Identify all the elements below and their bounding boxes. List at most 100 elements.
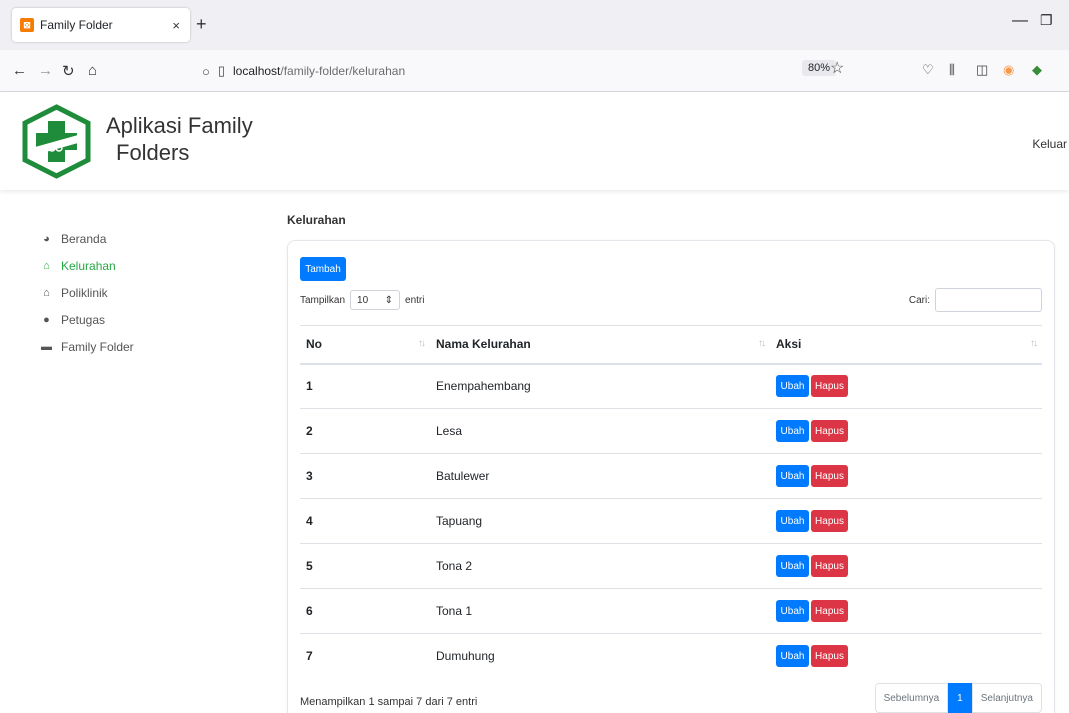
next-page-button[interactable]: Selanjutnya (971, 683, 1042, 713)
tab-close-icon[interactable]: × (172, 18, 180, 33)
app-brand: Aplikasi Family Folders (106, 112, 253, 166)
delete-button[interactable]: Hapus (811, 645, 848, 668)
delete-button[interactable]: Hapus (811, 420, 848, 442)
sidebar-item-family-folder[interactable]: ▬ Family Folder (40, 338, 240, 356)
new-tab-button[interactable]: + (196, 14, 207, 35)
url-text: localhost/family-folder/kelurahan (233, 64, 405, 78)
logout-link[interactable]: Keluar (1032, 137, 1067, 151)
sidebar-item-petugas[interactable]: ● Petugas (40, 311, 240, 329)
pagination: Sebelumnya 1 Selanjutnya (874, 683, 1042, 713)
page-length-value: 10 (357, 294, 369, 306)
column-header-nama[interactable]: Nama Kelurahan ↑↓ (430, 325, 770, 365)
dashboard-icon: ◕ (43, 233, 50, 245)
column-header-no[interactable]: No ↑↓ (300, 325, 430, 365)
edit-button[interactable]: Ubah (776, 420, 809, 442)
browser-tabbar: ⊠ Family Folder × + — ❐ (0, 0, 1069, 50)
shield-icon: ○ (202, 63, 210, 79)
cell-name: Dumuhung (430, 633, 770, 679)
cell-actions: Ubah Hapus (770, 498, 1042, 544)
sidebar-toggle-icon[interactable]: ◫ (976, 62, 988, 78)
page-title: Kelurahan (287, 213, 346, 227)
cell-no: 5 (300, 543, 430, 589)
brand-line-2: Folders (116, 140, 190, 165)
extension-icon[interactable]: ◉ (1003, 62, 1014, 78)
table-row: 7 Dumuhung Ubah Hapus (300, 633, 1042, 679)
url-path: /family-folder/kelurahan (280, 64, 406, 78)
page-1-button[interactable]: 1 (948, 683, 972, 713)
sort-icon: ↑↓ (418, 338, 426, 349)
cell-actions: Ubah Hapus (770, 633, 1042, 679)
column-header-label: No (306, 337, 322, 352)
edit-button[interactable]: Ubah (776, 555, 809, 577)
search-control: Cari: (909, 288, 1042, 312)
table-row: 3 Batulewer Ubah Hapus (300, 453, 1042, 499)
url-bar[interactable]: ○ ▯ localhost/family-folder/kelurahan (190, 56, 840, 86)
sidebar-item-label: Poliklinik (61, 286, 108, 300)
pocket-icon[interactable]: ♡ (922, 62, 934, 78)
delete-button[interactable]: Hapus (811, 555, 848, 577)
sort-icon: ↑↓ (758, 338, 766, 349)
table-header-row: No ↑↓ Nama Kelurahan ↑↓ Aksi ↑↓ (300, 325, 1042, 365)
app-header: Aplikasi Family Folders Keluar (0, 93, 1069, 190)
url-host: localhost (233, 64, 281, 78)
browser-navbar: ← → ↻ ⌂ ○ ▯ localhost/family-folder/kelu… (0, 50, 1069, 92)
home-icon[interactable]: ⌂ (88, 62, 97, 79)
length-suffix: entri (405, 294, 425, 306)
cell-no: 7 (300, 633, 430, 679)
back-icon[interactable]: ← (12, 62, 27, 79)
cell-name: Enempahembang (430, 363, 770, 409)
user-icon: ● (43, 314, 50, 326)
page-icon: ▯ (217, 63, 226, 78)
kelurahan-table: No ↑↓ Nama Kelurahan ↑↓ Aksi ↑↓ 1 Enempah… (300, 325, 1042, 679)
chevron-updown-icon: ⇕ (384, 294, 394, 306)
sidebar-item-beranda[interactable]: ◕ Beranda (40, 230, 240, 248)
content-card: Tambah Tampilkan 10 ⇕ entri Cari: No ↑↓ … (287, 240, 1055, 713)
cell-actions: Ubah Hapus (770, 363, 1042, 409)
add-button[interactable]: Tambah (300, 257, 346, 281)
cell-no: 3 (300, 453, 430, 499)
edit-button[interactable]: Ubah (776, 375, 809, 398)
sidebar-item-poliklinik[interactable]: ⌂ Poliklinik (40, 284, 240, 302)
column-header-label: Nama Kelurahan (436, 337, 531, 352)
edit-button[interactable]: Ubah (776, 645, 809, 668)
restore-icon[interactable]: ❐ (1040, 12, 1053, 29)
brand-line-1: Aplikasi Family (106, 113, 253, 138)
search-label: Cari: (908, 294, 930, 306)
delete-button[interactable]: Hapus (811, 375, 848, 398)
xampp-favicon-icon: ⊠ (20, 18, 34, 32)
library-icon[interactable]: ⫼ (949, 62, 955, 78)
delete-button[interactable]: Hapus (811, 510, 848, 532)
table-row: 6 Tona 1 Ubah Hapus (300, 588, 1042, 634)
edit-button[interactable]: Ubah (776, 600, 809, 622)
sidebar-item-label: Petugas (61, 313, 106, 327)
forward-icon[interactable]: → (38, 62, 53, 79)
edit-button[interactable]: Ubah (776, 465, 809, 487)
table-info: Menampilkan 1 sampai 7 dari 7 entri (300, 696, 478, 708)
minimize-icon[interactable]: — (1012, 12, 1028, 30)
cell-no: 6 (300, 588, 430, 634)
edit-button[interactable]: Ubah (776, 510, 809, 532)
extension-2-icon[interactable]: ◆ (1032, 62, 1042, 78)
home-icon: ⌂ (43, 260, 50, 272)
delete-button[interactable]: Hapus (811, 600, 848, 622)
browser-tab[interactable]: ⊠ Family Folder × (12, 8, 190, 42)
length-prefix: Tampilkan (300, 294, 346, 306)
table-row: 2 Lesa Ubah Hapus (300, 408, 1042, 454)
tab-title: Family Folder (40, 18, 113, 32)
page-length-select[interactable]: 10 ⇕ (350, 290, 401, 310)
sidebar-item-label: Family Folder (61, 340, 134, 354)
cell-name: Lesa (430, 408, 770, 454)
reload-icon[interactable]: ↻ (62, 62, 75, 80)
cell-no: 2 (300, 408, 430, 454)
puskesmas-logo-icon (22, 104, 91, 179)
delete-button[interactable]: Hapus (811, 465, 848, 487)
cell-name: Batulewer (430, 453, 770, 499)
prev-page-button[interactable]: Sebelumnya (874, 683, 949, 713)
search-input[interactable] (935, 288, 1042, 312)
sidebar-item-kelurahan[interactable]: ⌂ Kelurahan (40, 257, 240, 275)
cell-name: Tona 1 (430, 588, 770, 634)
bookmark-star-icon[interactable]: ☆ (830, 58, 844, 78)
cell-no: 1 (300, 363, 430, 409)
column-header-aksi[interactable]: Aksi ↑↓ (770, 325, 1042, 365)
cell-actions: Ubah Hapus (770, 543, 1042, 589)
